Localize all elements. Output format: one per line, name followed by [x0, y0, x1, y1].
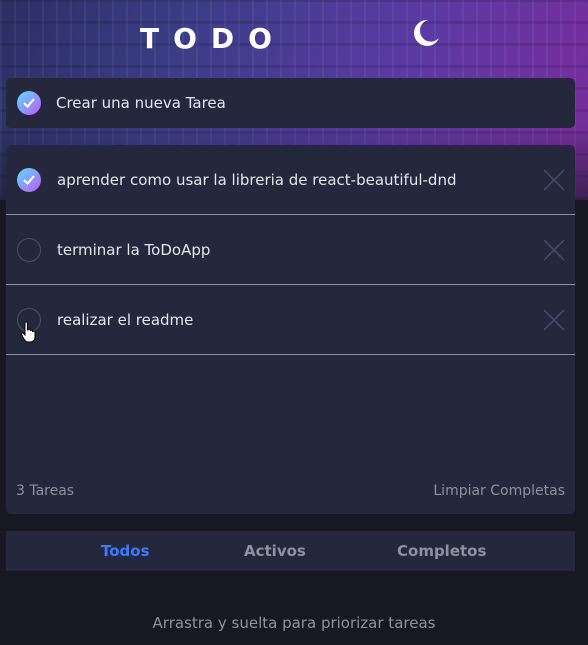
task-item[interactable]: aprender como usar la libreria de react-… [6, 145, 575, 215]
moon-icon[interactable] [408, 16, 442, 50]
filter-completed[interactable]: Completos [397, 542, 486, 560]
task-item[interactable]: realizar el readme [6, 285, 575, 355]
task-count: 3 Tareas [16, 483, 75, 499]
task-item[interactable]: terminar la ToDoApp [6, 215, 575, 285]
close-icon[interactable] [543, 309, 565, 331]
hand-cursor-icon [20, 321, 36, 343]
task-checkbox[interactable] [17, 167, 41, 192]
close-icon[interactable] [543, 239, 565, 261]
task-text[interactable]: realizar el readme [57, 311, 193, 329]
filter-active[interactable]: Activos [244, 542, 306, 560]
new-task-bar: Crear una nueva Tarea [6, 78, 575, 128]
drag-hint: Arrastra y suelta para priorizar tareas [152, 614, 436, 632]
new-task-input[interactable]: Crear una nueva Tarea [56, 94, 226, 112]
task-list: aprender como usar la libreria de react-… [6, 145, 575, 514]
task-checkbox[interactable] [17, 237, 41, 262]
filter-all[interactable]: Todos [101, 542, 150, 560]
close-icon[interactable] [543, 169, 565, 191]
filter-bar: Todos Activos Completos [6, 531, 575, 571]
app-title: TODO [140, 22, 286, 55]
new-task-checkbox[interactable] [17, 91, 41, 115]
check-icon [23, 174, 35, 185]
task-text[interactable]: terminar la ToDoApp [57, 241, 210, 259]
list-footer: 3 Tareas Limpiar Completas [16, 483, 565, 499]
task-text[interactable]: aprender como usar la libreria de react-… [57, 171, 456, 189]
clear-completed-button[interactable]: Limpiar Completas [433, 483, 565, 499]
check-icon [23, 98, 35, 108]
